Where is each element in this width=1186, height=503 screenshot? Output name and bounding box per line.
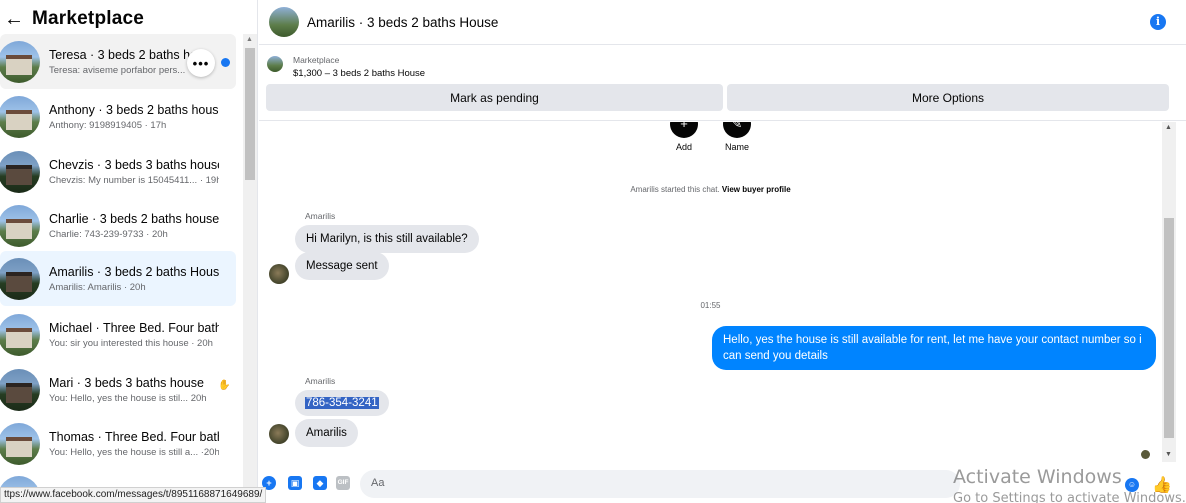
conversation-name: Chevzis · 3 beds 3 baths house xyxy=(49,157,219,172)
sticker-icon[interactable]: ◆ xyxy=(313,476,327,490)
emoji-icon[interactable]: ☺ xyxy=(1125,478,1139,492)
sender-avatar[interactable] xyxy=(269,424,289,444)
back-arrow-icon[interactable]: ← xyxy=(4,8,24,30)
incoming-message[interactable]: Message sent xyxy=(295,252,389,280)
listing-avatar xyxy=(0,313,40,356)
conversation-item[interactable]: Charlie · 3 beds 2 baths house Charlie: 7… xyxy=(0,198,236,253)
scroll-down-arrow-icon[interactable]: ▼ xyxy=(1165,451,1172,458)
scroll-up-arrow-icon[interactable]: ▲ xyxy=(1165,124,1172,131)
marketplace-listing-bar: Marketplace $1,300 – 3 beds 2 baths Hous… xyxy=(259,46,1186,121)
conversation-item[interactable]: Thomas · Three Bed. Four bath You: Hello,… xyxy=(0,416,236,471)
conversation-text: Michael · Three Bed. Four bath You: sir y… xyxy=(49,321,219,349)
outgoing-message[interactable]: Hello, yes the house is still available … xyxy=(712,326,1156,370)
unread-indicator xyxy=(221,58,230,67)
sidebar-scrollbar[interactable]: ▲ xyxy=(243,34,257,503)
conversation-preview: Chevzis: My number is 15045411... · 19h xyxy=(49,174,219,186)
chat-header-title[interactable]: Amarilis · 3 beds 2 baths House xyxy=(307,15,498,30)
message-thread: + Add ✎ Name Amarilis started this chat.… xyxy=(259,122,1186,462)
pencil-icon[interactable]: ✎ xyxy=(723,122,751,138)
conversation-item[interactable]: Mari · 3 beds 3 baths house You: Hello, y… xyxy=(0,362,236,417)
listing-avatar xyxy=(0,257,40,300)
conversation-name: Anthony · 3 beds 2 baths house xyxy=(49,102,219,117)
conversation-name: Mari · 3 beds 3 baths house xyxy=(49,375,204,390)
conversation-text: Chevzis · 3 beds 3 baths house Chevzis: M… xyxy=(49,158,219,186)
listing-avatar xyxy=(0,422,40,465)
sender-avatar[interactable] xyxy=(269,264,289,284)
message-timestamp: 01:55 xyxy=(700,301,721,310)
listing-avatar xyxy=(0,95,40,138)
chat-header-avatar[interactable] xyxy=(269,7,299,37)
conversation-item[interactable]: Amarilis · 3 beds 2 baths House Amarilis:… xyxy=(0,251,236,306)
conversation-preview: You: sir you interested this house · 20h xyxy=(49,337,213,349)
conversation-item[interactable]: Michael · Three Bed. Four bath You: sir y… xyxy=(0,307,236,362)
conversation-name: Charlie · 3 beds 2 baths house xyxy=(49,211,219,226)
conversation-preview: You: Hello, yes the house is stil... 20h xyxy=(49,392,207,404)
selected-phone-number[interactable]: 786-354-3241 xyxy=(305,397,379,409)
mark-as-pending-button[interactable]: Mark as pending xyxy=(266,84,723,111)
listing-avatar xyxy=(0,204,40,247)
listing-label: Marketplace xyxy=(293,55,340,65)
name-contact-action[interactable]: ✎ Name xyxy=(722,122,752,152)
incoming-message[interactable]: Amarilis xyxy=(295,419,358,447)
message-input[interactable]: Aa xyxy=(360,470,960,498)
listing-avatar xyxy=(0,150,40,193)
listing-avatar xyxy=(0,368,40,411)
status-bar-url: ttps://www.facebook.com/messages/t/89511… xyxy=(0,487,267,503)
name-action-label: Name xyxy=(724,142,749,152)
system-message: Amarilis started this chat. xyxy=(630,185,720,194)
more-options-icon[interactable]: ••• xyxy=(187,49,215,77)
thumbs-up-icon[interactable]: 👍 xyxy=(1152,475,1172,495)
sidebar-scroll-thumb[interactable] xyxy=(245,48,255,180)
sidebar-title: Marketplace xyxy=(32,8,145,29)
listing-thumbnail[interactable] xyxy=(267,56,283,72)
more-options-button[interactable]: More Options xyxy=(727,84,1169,111)
conversation-preview: Amarilis: Amarilis · 20h xyxy=(49,281,146,293)
chat-started-notice: Amarilis started this chat. View buyer p… xyxy=(259,185,1162,194)
wave-hand-icon: ✋ xyxy=(218,380,231,391)
scroll-up-arrow-icon[interactable]: ▲ xyxy=(246,36,253,43)
conversation-text: Mari · 3 beds 3 baths house You: Hello, y… xyxy=(49,376,219,404)
conversation-preview: Charlie: 743-239-9733 · 20h xyxy=(49,228,168,240)
conversation-preview: You: Hello, yes the house is still a... … xyxy=(49,446,219,458)
sender-name: Amarilis xyxy=(305,376,336,386)
chat-scroll-thumb[interactable] xyxy=(1164,218,1174,438)
conversation-item[interactable]: Chevzis · 3 beds 3 baths house Chevzis: M… xyxy=(0,144,236,199)
conversation-name: Amarilis · 3 beds 2 baths House xyxy=(49,264,219,279)
conversation-text: Amarilis · 3 beds 2 baths House Amarilis:… xyxy=(49,265,219,293)
conversation-item[interactable]: Anthony · 3 beds 2 baths house Anthony: 9… xyxy=(0,89,236,144)
conversation-item[interactable]: Teresa · 3 beds 2 baths hous Teresa: avis… xyxy=(0,34,236,89)
chat-header: Amarilis · 3 beds 2 baths House i xyxy=(259,0,1186,45)
messenger-window: ← Marketplace Teresa · 3 beds 2 baths ho… xyxy=(0,0,1186,503)
add-action-label: Add xyxy=(675,142,692,152)
sidebar-header: ← Marketplace xyxy=(4,8,144,30)
conversation-text: Anthony · 3 beds 2 baths house Anthony: 9… xyxy=(49,103,219,131)
conversation-preview: Anthony: 9198919405 · 17h xyxy=(49,119,167,131)
listing-price[interactable]: $1,300 – 3 beds 2 baths House xyxy=(293,68,425,79)
conversation-name: Michael · Three Bed. Four bath xyxy=(49,320,219,335)
seen-receipt-avatar xyxy=(1141,450,1150,459)
conversation-sidebar: ← Marketplace Teresa · 3 beds 2 baths ho… xyxy=(0,0,258,503)
chat-scrollbar[interactable]: ▲ ▼ xyxy=(1162,122,1176,462)
listing-avatar xyxy=(0,40,40,83)
conversation-text: Thomas · Three Bed. Four bath You: Hello,… xyxy=(49,430,219,458)
incoming-message[interactable]: 786-354-3241 xyxy=(295,390,389,416)
message-composer: + ▣ ◆ GIF Aa ☺ 👍 xyxy=(259,462,1186,503)
image-icon[interactable]: ▣ xyxy=(288,476,302,490)
info-icon[interactable]: i xyxy=(1150,14,1166,30)
conversation-name: Thomas · Three Bed. Four bath xyxy=(49,429,219,444)
gif-icon[interactable]: GIF xyxy=(336,476,350,490)
sender-name: Amarilis xyxy=(305,211,336,221)
conversation-text: Charlie · 3 beds 2 baths house Charlie: 7… xyxy=(49,212,219,240)
add-person-icon[interactable]: + xyxy=(670,122,698,138)
view-buyer-profile-link[interactable]: View buyer profile xyxy=(722,185,791,194)
add-contact-action[interactable]: + Add xyxy=(669,122,699,152)
chat-panel: Amarilis · 3 beds 2 baths House i Market… xyxy=(259,0,1186,503)
incoming-message[interactable]: Hi Marilyn, is this still available? xyxy=(295,225,479,253)
